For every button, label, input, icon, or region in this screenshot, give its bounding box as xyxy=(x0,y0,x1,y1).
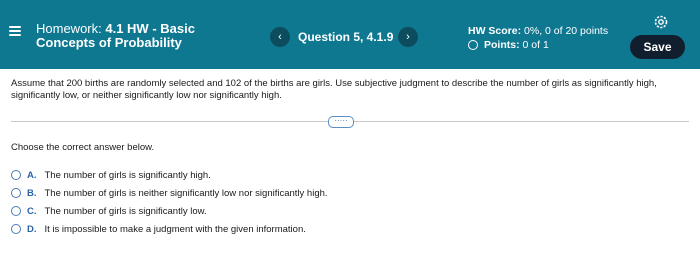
option-a[interactable]: A. The number of girls is significantly … xyxy=(11,166,328,184)
title-assignment: 4.1 HW - Basic xyxy=(105,21,195,36)
hw-score-value: 0%, 0 of 20 points xyxy=(524,25,609,37)
points: Points: 0 of 1 xyxy=(468,38,608,52)
next-question-button[interactable]: › xyxy=(398,27,418,47)
option-text: The number of girls is significantly low… xyxy=(44,205,207,217)
option-text: The number of girls is neither significa… xyxy=(44,187,328,199)
menu-icon[interactable] xyxy=(9,26,21,36)
radio-icon[interactable] xyxy=(11,188,21,198)
question-number: Question 5, 4.1.9 xyxy=(298,30,394,44)
hw-score: HW Score: 0%, 0 of 20 points xyxy=(468,24,608,38)
title-prefix: Homework: xyxy=(36,21,106,36)
expand-more-button[interactable]: ····· xyxy=(328,116,354,128)
points-label: Points: xyxy=(484,39,520,51)
option-letter: B. xyxy=(27,187,37,199)
answer-options: A. The number of girls is significantly … xyxy=(11,166,328,238)
radio-icon[interactable] xyxy=(11,170,21,180)
option-text: The number of girls is significantly hig… xyxy=(44,169,211,181)
hw-score-label: HW Score: xyxy=(468,25,522,37)
gear-icon[interactable] xyxy=(653,14,669,30)
radio-icon[interactable] xyxy=(11,206,21,216)
title-subtitle: Concepts of Probability xyxy=(36,35,182,50)
previous-question-button[interactable]: ‹ xyxy=(270,27,290,47)
option-letter: C. xyxy=(27,205,37,217)
option-b[interactable]: B. The number of girls is neither signif… xyxy=(11,184,328,202)
option-letter: A. xyxy=(27,169,37,181)
score-panel: HW Score: 0%, 0 of 20 points Points: 0 o… xyxy=(468,24,608,52)
chevron-right-icon: › xyxy=(406,31,410,43)
question-text: Assume that 200 births are randomly sele… xyxy=(11,78,657,101)
option-c[interactable]: C. The number of girls is significantly … xyxy=(11,202,328,220)
top-bar: Homework: 4.1 HW - Basic Concepts of Pro… xyxy=(0,0,700,69)
points-circle-icon xyxy=(468,40,478,50)
option-text: It is impossible to make a judgment with… xyxy=(44,223,306,235)
chevron-left-icon: ‹ xyxy=(278,31,282,43)
save-button[interactable]: Save xyxy=(630,35,685,59)
homework-title: Homework: 4.1 HW - Basic Concepts of Pro… xyxy=(36,22,236,50)
instruction-text: Choose the correct answer below. xyxy=(11,142,155,153)
points-value: 0 of 1 xyxy=(522,39,549,51)
radio-icon[interactable] xyxy=(11,224,21,234)
option-d[interactable]: D. It is impossible to make a judgment w… xyxy=(11,220,328,238)
option-letter: D. xyxy=(27,223,37,235)
